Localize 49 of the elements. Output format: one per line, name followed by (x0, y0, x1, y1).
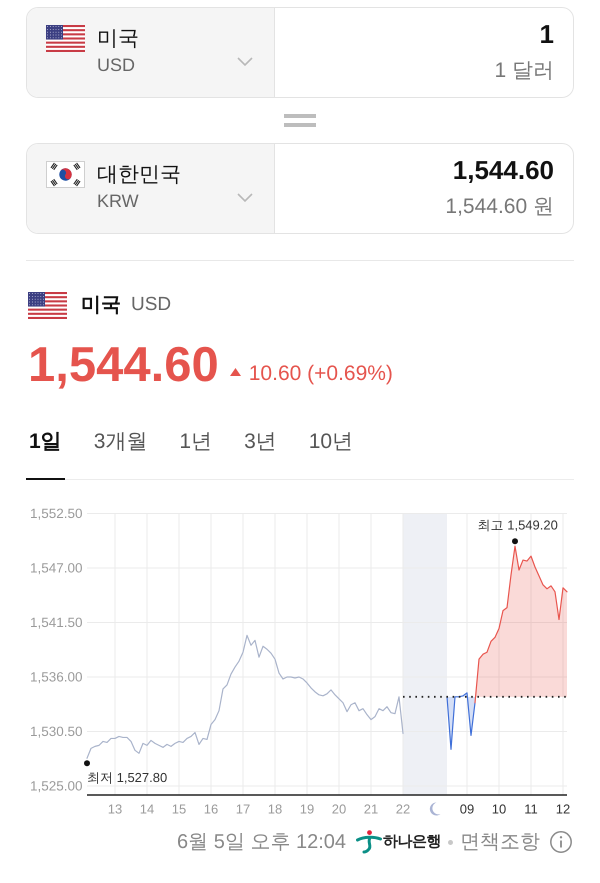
x-axis-label: 13 (108, 802, 122, 816)
rate-change: 10.60 (+0.69%) (248, 361, 393, 387)
x-axis-label: 17 (236, 802, 250, 816)
info-icon[interactable] (550, 831, 572, 853)
chevron-down-icon (237, 56, 253, 66)
y-axis-label: 1,547.00 (30, 560, 83, 576)
period-tab[interactable]: 3개월 (90, 420, 150, 480)
moon-icon (430, 802, 440, 816)
x-axis-label: 09 (460, 802, 474, 816)
x-axis-label: 14 (140, 802, 154, 816)
x-axis-label: 16 (204, 802, 218, 816)
amount-field[interactable]: 1,544.60 1,544.60 원 (275, 144, 573, 233)
bank-name: 하나은행 (383, 832, 441, 852)
point-marker-icon (84, 760, 90, 766)
currency-name: 미국 (81, 293, 121, 318)
update-time: 6월 5일 오후 12:04 (177, 830, 346, 855)
x-axis-label: 15 (172, 802, 186, 816)
y-axis-label: 1,552.50 (30, 506, 83, 521)
x-axis-label: 19 (300, 802, 314, 816)
us-flag-icon (46, 25, 85, 52)
us-flag-icon (28, 292, 67, 318)
x-axis-label: 18 (268, 802, 282, 816)
amount-field[interactable]: 1 1 달러 (275, 8, 573, 97)
x-axis-label: 10 (492, 802, 506, 816)
chevron-down-icon (237, 192, 253, 202)
exchange-rate: 1,544.60 (28, 337, 219, 393)
y-axis-label: 1,541.50 (30, 615, 83, 630)
currency-code: USD (131, 292, 172, 317)
point-marker-icon (512, 538, 518, 544)
x-axis-label: 11 (524, 802, 538, 816)
annotation-label: 최저 1,527.80 (87, 770, 168, 785)
x-axis-label: 20 (332, 802, 346, 816)
x-axis-label: 22 (396, 802, 410, 816)
y-axis-label: 1,525.00 (30, 778, 83, 794)
x-axis-label: 12 (556, 802, 570, 816)
bank-logo-icon (356, 830, 382, 854)
y-axis-label: 1,536.00 (30, 670, 83, 684)
equals-icon (284, 114, 316, 127)
y-axis-label: 1,530.50 (30, 724, 83, 739)
period-tab[interactable]: 10년 (306, 420, 356, 480)
period-tab[interactable]: 1년 (176, 420, 216, 480)
annotation-label: 최고 1,549.20 (478, 518, 558, 533)
disclaimer-link[interactable]: 면책조항 (460, 827, 540, 857)
period-tab[interactable]: 3년 (241, 420, 280, 480)
x-axis-label: 21 (364, 802, 378, 816)
currency-dropdown[interactable]: 대한민국 KRW (27, 144, 275, 233)
currency-dropdown[interactable]: 미국 USD (27, 8, 275, 97)
south-korea-flag-icon (46, 161, 85, 188)
period-tab[interactable]: 1일 (26, 420, 65, 480)
